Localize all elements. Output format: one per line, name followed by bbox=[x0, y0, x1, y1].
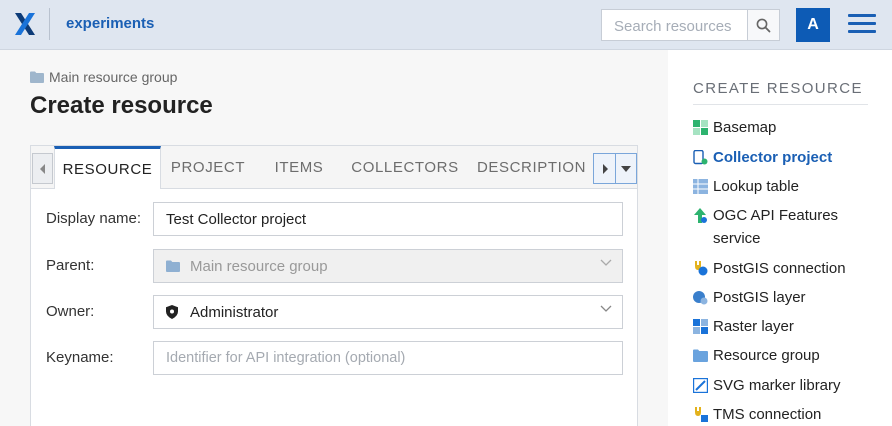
tms-connection-icon bbox=[695, 407, 708, 422]
folder-icon bbox=[30, 71, 44, 83]
sidebar-item-label: PostGIS connection bbox=[713, 260, 846, 277]
owner-label: Owner: bbox=[46, 303, 95, 320]
sidebar-item-basemap[interactable]: Basemap bbox=[693, 116, 883, 139]
shield-icon bbox=[166, 304, 182, 320]
create-resource-form: RESOURCE PROJECT ITEMS COLLECTORS DESCRI… bbox=[30, 145, 638, 426]
sidebar-item-label: Collector project bbox=[713, 149, 833, 166]
chevron-right-icon bbox=[602, 163, 608, 174]
sidebar-item-label: OGC API Features service bbox=[713, 207, 839, 247]
sidebar-item-label: Lookup table bbox=[713, 178, 799, 195]
sidebar-item-label: Basemap bbox=[713, 119, 777, 136]
display-name-value: Test Collector project bbox=[166, 210, 307, 228]
sidebar-item-label: SVG marker library bbox=[713, 377, 841, 394]
keyname-placeholder: Identifier for API integration (optional… bbox=[166, 350, 406, 366]
postgis-connection-icon bbox=[695, 261, 708, 276]
display-name-label: Display name: bbox=[46, 210, 142, 227]
parent-value: Main resource group bbox=[190, 257, 328, 275]
page-title: Create resource bbox=[30, 92, 213, 119]
sidebar-item-svg-marker-library[interactable]: SVG marker library bbox=[693, 374, 883, 397]
sidebar-item-ogc-api[interactable]: OGC API Features service bbox=[693, 204, 883, 250]
parent-row: Parent: Main resource group bbox=[46, 249, 624, 283]
breadcrumb-link[interactable]: Main resource group bbox=[49, 69, 177, 85]
top-bar: experiments A bbox=[0, 0, 892, 50]
sidebar-item-lookup-table[interactable]: Lookup table bbox=[693, 175, 883, 198]
chevron-down-icon bbox=[600, 305, 612, 312]
tab-items[interactable]: ITEMS bbox=[263, 146, 335, 188]
app-logo-icon[interactable] bbox=[13, 10, 37, 38]
tab-project[interactable]: PROJECT bbox=[163, 146, 253, 188]
search-box bbox=[601, 9, 747, 41]
folder-icon bbox=[693, 349, 708, 362]
sidebar-item-tms-connection[interactable]: TMS connection bbox=[693, 403, 883, 426]
owner-select[interactable]: Administrator bbox=[153, 295, 623, 329]
svg-marker-library-icon bbox=[693, 378, 708, 393]
sidebar-divider bbox=[693, 104, 868, 105]
chevron-left-icon bbox=[39, 163, 45, 174]
hamburger-menu-icon[interactable] bbox=[848, 14, 876, 36]
tab-scroll-left-button[interactable] bbox=[32, 153, 53, 184]
sidebar-item-label: Raster layer bbox=[713, 318, 794, 335]
collector-project-icon bbox=[693, 150, 708, 165]
display-name-input[interactable]: Test Collector project bbox=[153, 202, 623, 236]
tab-scroll-right-button[interactable] bbox=[593, 153, 616, 184]
tab-collectors[interactable]: COLLECTORS bbox=[346, 146, 464, 188]
display-name-row: Display name: Test Collector project bbox=[46, 202, 624, 236]
sidebar-item-postgis-layer[interactable]: PostGIS layer bbox=[693, 286, 883, 309]
owner-row: Owner: Administrator bbox=[46, 295, 624, 329]
owner-value: Administrator bbox=[190, 303, 279, 321]
user-avatar-button[interactable]: A bbox=[796, 8, 830, 42]
sidebar-item-resource-group[interactable]: Resource group bbox=[693, 344, 883, 367]
search-button[interactable] bbox=[747, 9, 780, 41]
app-name-link[interactable]: experiments bbox=[66, 15, 154, 32]
keyname-label: Keyname: bbox=[46, 349, 114, 366]
parent-label: Parent: bbox=[46, 257, 95, 274]
sidebar-item-label: Resource group bbox=[713, 347, 820, 364]
sidebar-item-raster-layer[interactable]: Raster layer bbox=[693, 315, 883, 338]
postgis-layer-icon bbox=[693, 291, 708, 305]
tab-bar: RESOURCE PROJECT ITEMS COLLECTORS DESCRI… bbox=[31, 146, 637, 189]
keyname-row: Keyname: Identifier for API integration … bbox=[46, 341, 624, 375]
create-resource-sidebar: CREATE RESOURCE Basemap Collector projec… bbox=[668, 50, 892, 426]
search-icon bbox=[756, 18, 771, 32]
sidebar-title: CREATE RESOURCE bbox=[693, 80, 863, 97]
ogc-api-icon bbox=[694, 208, 707, 223]
chevron-down-icon bbox=[621, 165, 631, 172]
sidebar-item-collector-project[interactable]: Collector project bbox=[693, 146, 883, 169]
folder-icon bbox=[166, 258, 182, 274]
sidebar-item-postgis-connection[interactable]: PostGIS connection bbox=[693, 257, 883, 280]
lookup-table-icon bbox=[693, 179, 708, 194]
logo-divider bbox=[49, 8, 50, 40]
search-input[interactable] bbox=[612, 11, 746, 41]
chevron-down-icon bbox=[600, 259, 612, 266]
tab-description[interactable]: DESCRIPTION bbox=[474, 146, 589, 188]
basemap-icon bbox=[693, 120, 708, 135]
tab-list-menu-button[interactable] bbox=[615, 153, 637, 184]
keyname-input[interactable]: Identifier for API integration (optional… bbox=[153, 341, 623, 375]
sidebar-item-label: PostGIS layer bbox=[713, 289, 806, 306]
breadcrumb: Main resource group bbox=[30, 69, 177, 85]
main-content: Main resource group Create resource RESO… bbox=[0, 50, 668, 426]
raster-layer-icon bbox=[693, 319, 708, 334]
tab-resource[interactable]: RESOURCE bbox=[54, 146, 161, 189]
sidebar-item-label: TMS connection bbox=[713, 406, 822, 423]
parent-select: Main resource group bbox=[153, 249, 623, 283]
